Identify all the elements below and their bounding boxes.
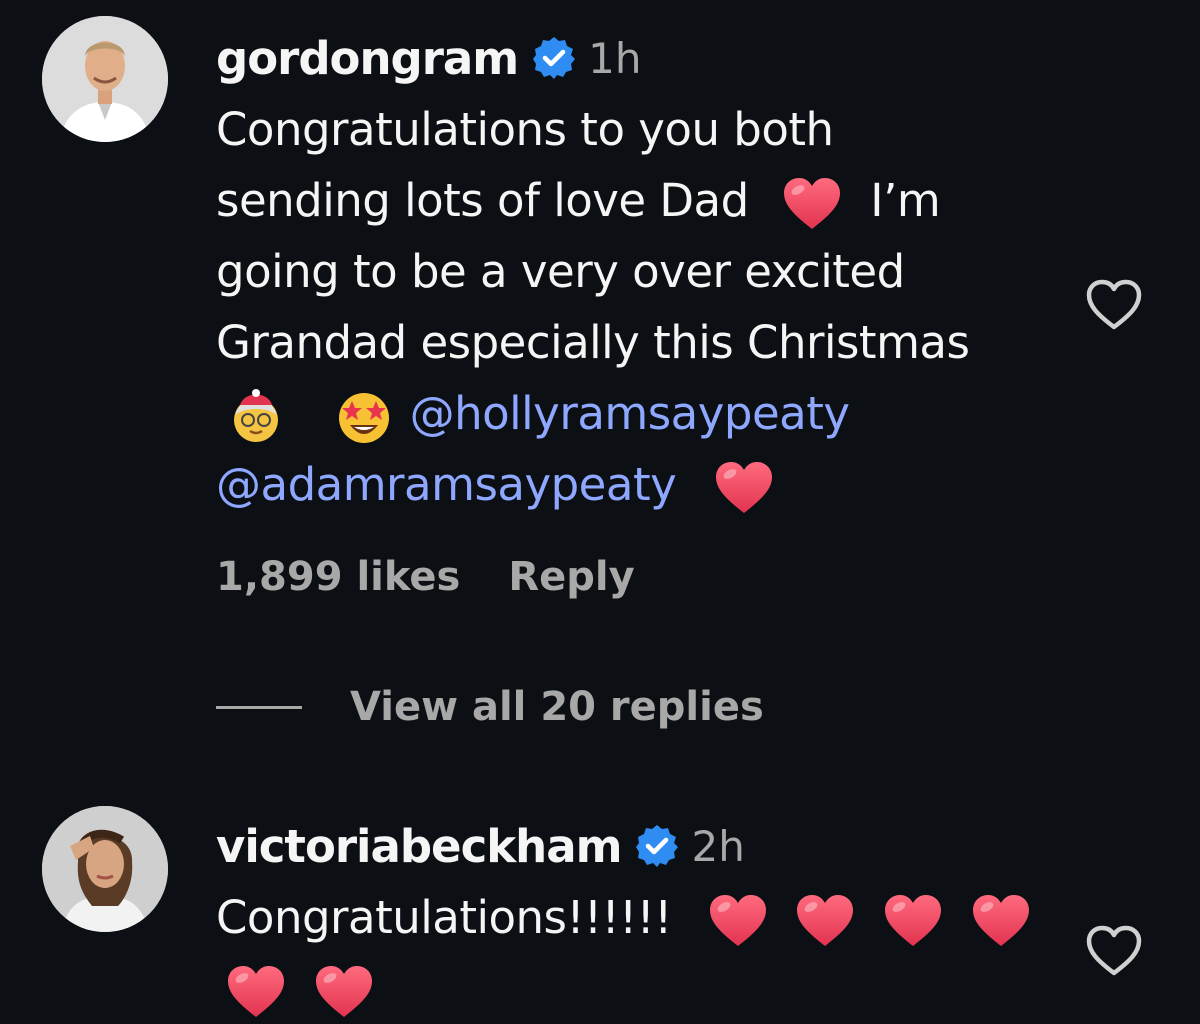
red-heart-emoji-icon [883,894,943,948]
verified-badge-icon [635,824,679,868]
heart-outline-icon [1084,922,1144,978]
divider-line [216,705,302,709]
like-button[interactable] [1084,922,1144,978]
view-replies-button[interactable]: View all 20 replies [216,684,764,730]
red-heart-emoji-icon [314,965,374,1019]
comment-text: Congratulations to you both sending lots… [216,94,1110,520]
red-heart-emoji-icon [971,894,1031,948]
comment-line: Congratulations to you both [216,103,834,156]
comment-line: going to be a very over excited [216,245,905,298]
timestamp[interactable]: 1h [588,34,641,83]
view-replies-label: View all 20 replies [350,684,764,730]
comment-line: Grandad especially this Christmas [216,316,970,369]
mention-link[interactable]: @hollyramsaypeaty [410,387,850,440]
comment-text-segment: I’m [870,174,941,227]
mrs-claus-emoji-icon [226,387,286,447]
red-heart-emoji-icon [708,894,768,948]
avatar[interactable] [42,16,168,142]
red-heart-emoji-icon [226,965,286,1019]
comment-line: sending lots of love Dad I’m [216,165,1110,236]
reply-button[interactable]: Reply [508,554,634,600]
likes-count[interactable]: 1,899 likes [216,554,460,600]
comment-line: @adamramsaypeaty [216,449,1110,520]
heart-outline-icon [1084,276,1144,332]
red-heart-emoji-icon [714,461,774,515]
red-heart-emoji-icon [795,894,855,948]
username[interactable]: victoriabeckham [216,820,622,873]
verified-badge-icon [532,36,576,80]
comment-text-segment: sending lots of love Dad [216,174,749,227]
timestamp[interactable]: 2h [691,822,744,871]
comment-line: Congratulations!!!!!! [216,882,1110,953]
comment-line: @hollyramsaypeaty [216,378,1110,449]
red-heart-emoji-icon [782,177,842,231]
comment-text-segment: Congratulations!!!!!! [216,891,672,944]
username[interactable]: gordongram [216,32,519,85]
mention-link[interactable]: @adamramsaypeaty [216,458,677,511]
comment-line [220,953,1110,1024]
comment-text: Congratulations!!!!!! [216,882,1110,1024]
like-button[interactable] [1084,276,1144,332]
star-struck-emoji-icon [334,387,394,447]
avatar[interactable] [42,806,168,932]
